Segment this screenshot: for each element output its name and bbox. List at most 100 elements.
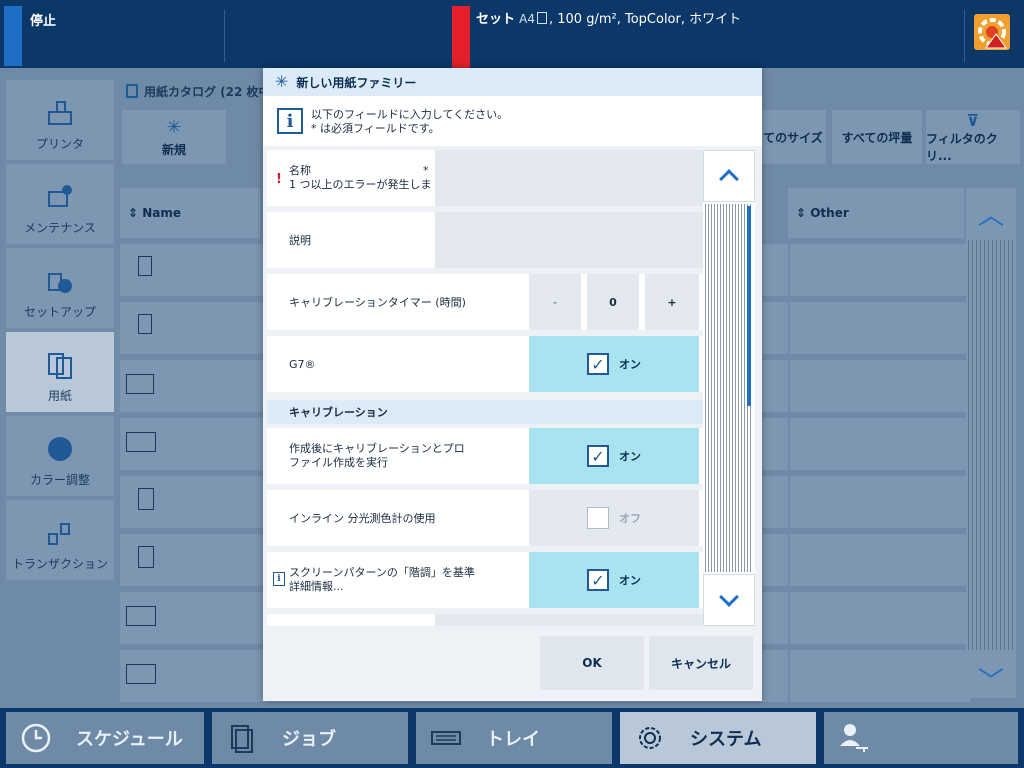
new-button-label: 新規 [161, 143, 186, 157]
inline-spectro-toggle[interactable]: オフ [529, 490, 699, 546]
filter-all-sizes-button[interactable]: てのサイズ [760, 110, 826, 164]
nav-label: スケジュール [76, 729, 183, 750]
funnel-clear-icon: ⊽ [966, 110, 980, 130]
new-button[interactable]: ✳ 新規 [122, 110, 226, 164]
loaded-media-info[interactable]: セット A4 , 100 g/m², TopColor, ホワイト [476, 8, 741, 27]
sidebar-item-transactions[interactable]: トランザクション [6, 500, 114, 580]
toggle-state: オフ [619, 512, 641, 525]
calibrate-after-label: 作成後にキャリブレーションとプロ ファイル作成を実行 [289, 442, 465, 470]
sidebar-item-printer[interactable]: プリンタ [6, 80, 114, 160]
g7-row: G7® ✓ オン [267, 336, 703, 392]
timer-increment-button[interactable]: + [645, 274, 699, 330]
scroll-track[interactable] [705, 204, 753, 572]
sidebar-item-label: プリンタ [35, 137, 84, 151]
timer-value[interactable]: 0 [587, 274, 639, 330]
sidebar-item-label: セットアップ [23, 305, 96, 319]
calibration-timer-label: キャリブレーションタイマー (時間) [289, 296, 466, 309]
timer-decrement-button[interactable]: - [529, 274, 581, 330]
scroll-down-icon[interactable]: ﹀ [966, 654, 1016, 704]
name-label-group: 名称 1 つ以上のエラーが発生しま [289, 164, 432, 192]
gear-icon [634, 722, 666, 754]
set-detail: , 100 g/m², TopColor, ホワイト [549, 12, 742, 27]
tray-icon [430, 722, 462, 754]
dialog-footer: OK キャンセル [263, 628, 762, 701]
clock-icon [20, 722, 52, 754]
scroll-thumb[interactable] [747, 206, 751, 406]
new-paper-family-dialog: ✳ 新しい用紙ファミリー i 以下のフィールドに入力してください。 * は必須フ… [263, 68, 762, 701]
description-label: 説明 [289, 234, 311, 247]
catalog-header: 用紙カタログ (22 枚中、 [120, 80, 283, 102]
label-line: スクリーンパターンの「階調」を基準 [289, 566, 475, 579]
sidebar-item-setup[interactable]: セットアップ [6, 248, 114, 328]
name-input[interactable] [435, 150, 703, 206]
divider [224, 10, 225, 62]
catalog-icon [126, 84, 138, 98]
filter-label: てのサイズ [763, 130, 823, 145]
required-marker: * [423, 164, 429, 177]
description-input[interactable] [435, 212, 703, 268]
nav-trays[interactable]: トレイ [416, 712, 612, 764]
toggle-state: オン [619, 574, 641, 587]
more-info-link[interactable]: 詳細情報... [289, 580, 475, 594]
calibration-timer-row: キャリブレーションタイマー (時間) - 0 + [267, 274, 703, 330]
dialog-scrollbar[interactable] [703, 150, 755, 626]
color-status-icon[interactable] [974, 14, 1010, 50]
filter-all-weights-button[interactable]: すべての坪量 [832, 110, 922, 164]
tray-warning-indicator [452, 6, 470, 68]
printer-status-indicator [4, 6, 22, 66]
checkbox-empty [587, 507, 609, 529]
document-icon [537, 12, 547, 24]
chevron-down-icon [719, 587, 739, 607]
scroll-down-button[interactable] [703, 574, 755, 626]
nav-schedule[interactable]: スケジュール [6, 712, 204, 764]
info-line: * は必須フィールドです。 [311, 122, 440, 135]
filter-label: フィルタのクリ... [926, 131, 998, 163]
nav-user[interactable] [824, 712, 1018, 764]
catalog-scrollbar[interactable]: ︿ ﹀ [966, 188, 1016, 698]
scroll-up-icon[interactable]: ︿ [966, 188, 1016, 238]
sidebar-item-label: トランザクション [11, 557, 108, 571]
clear-filter-button[interactable]: ⊽ フィルタのクリ... [926, 110, 1020, 164]
sidebar-item-maintenance[interactable]: メンテナンス [6, 164, 114, 244]
calibrate-after-toggle[interactable]: ✓ オン [529, 428, 699, 484]
dialog-info: i 以下のフィールドに入力してください。 * は必須フィールドです。 [263, 96, 762, 146]
screen-pattern-row: i スクリーンパターンの「階調」を基準 詳細情報... ✓ オン [267, 552, 703, 608]
g7-toggle[interactable]: ✓ オン [529, 336, 699, 392]
set-label: セット [476, 12, 516, 27]
color-wheel-icon [46, 435, 74, 463]
checkmark-icon: ✓ [587, 353, 609, 375]
column-header-other[interactable]: ⇕ Other [788, 188, 964, 238]
sparkle-icon: ✳ [275, 72, 289, 91]
catalog-title: 用紙カタログ (22 枚中、 [144, 84, 283, 99]
ok-button[interactable]: OK [540, 636, 644, 690]
scroll-up-button[interactable] [703, 150, 755, 202]
checkmark-icon: ✓ [587, 445, 609, 467]
user-key-icon [838, 722, 870, 754]
info-text: 以下のフィールドに入力してください。 * は必須フィールドです。 [311, 108, 508, 136]
label-line: 作成後にキャリブレーションとプロ [289, 442, 465, 455]
column-header-name[interactable]: ⇕ Name [120, 188, 260, 238]
nav-jobs[interactable]: ジョブ [212, 712, 408, 764]
printer-icon [46, 99, 74, 127]
name-error-text: 1 つ以上のエラーが発生しま [289, 178, 432, 191]
nav-label: ジョブ [282, 729, 336, 750]
top-status-bar: 停止 セット A4 , 100 g/m², TopColor, ホワイト [0, 0, 1024, 68]
calibrate-after-create-row: 作成後にキャリブレーションとプロ ファイル作成を実行 ✓ オン [267, 428, 703, 484]
printer-status-text: 停止 [30, 14, 57, 29]
sparkle-icon: ✳ [166, 117, 182, 138]
sidebar-item-label: カラー調整 [29, 473, 90, 487]
dialog-title-bar: ✳ 新しい用紙ファミリー [263, 68, 762, 96]
sidebar-item-paper[interactable]: 用紙 [6, 332, 114, 412]
sidebar-item-color[interactable]: カラー調整 [6, 416, 114, 496]
field-input[interactable] [435, 614, 703, 626]
nav-system[interactable]: システム [620, 712, 816, 764]
cancel-button[interactable]: キャンセル [649, 636, 753, 690]
dialog-title: 新しい用紙ファミリー [296, 75, 417, 90]
name-label: 名称 [289, 164, 311, 177]
form-row-partial [267, 614, 703, 626]
info-icon[interactable]: i [273, 572, 285, 586]
section-calibration: キャリブレーション [267, 400, 703, 424]
toggle-state: オン [619, 450, 641, 463]
screen-pattern-toggle[interactable]: ✓ オン [529, 552, 699, 608]
description-field-row: 説明 [267, 212, 703, 268]
